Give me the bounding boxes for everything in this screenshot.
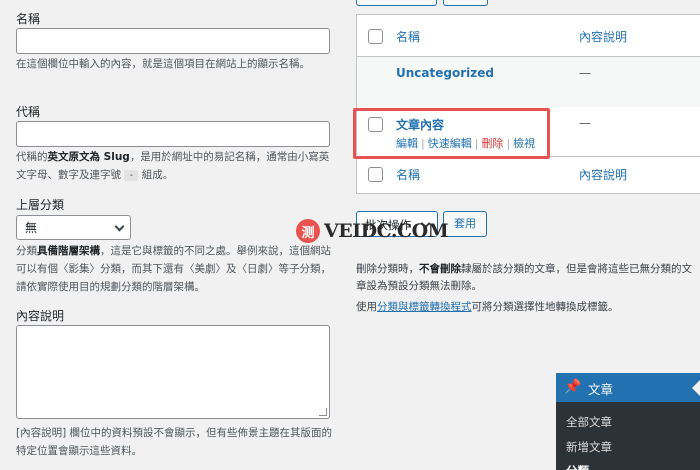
- hyphen-code: -: [124, 170, 139, 181]
- quick-edit-link[interactable]: 快速編輯: [428, 137, 472, 150]
- menu-item-add-post[interactable]: 新增文章: [566, 439, 612, 455]
- category-description: —: [579, 66, 591, 80]
- watermark-logo: 测 VEIDC.COM: [296, 219, 449, 243]
- parent-desc-bold: 具備階層架構: [37, 245, 100, 257]
- parent-label: 上層分類: [16, 198, 65, 212]
- slug-input[interactable]: [16, 121, 330, 147]
- watermark-seal: 测: [296, 219, 320, 243]
- top-bulk-select-edge[interactable]: [356, 0, 437, 6]
- description-textarea[interactable]: [16, 325, 330, 419]
- view-link[interactable]: 檢視: [513, 137, 535, 150]
- apply-button[interactable]: 套用: [443, 211, 487, 237]
- select-all-checkbox-footer[interactable]: [368, 167, 383, 182]
- table-footer: 名稱 內容說明: [357, 157, 700, 195]
- description-label: 內容說明: [16, 309, 65, 323]
- pushpin-icon: 📌: [564, 379, 582, 395]
- column-name[interactable]: 名稱: [396, 28, 420, 45]
- column-description-footer[interactable]: 內容說明: [579, 166, 627, 183]
- posts-menu: 📌 文章 全部文章 新增文章 分類: [556, 373, 700, 470]
- menu-item-all-posts[interactable]: 全部文章: [566, 414, 612, 430]
- chevron-down-icon: [114, 221, 125, 232]
- parent-select-value: 無: [25, 221, 38, 235]
- top-apply-button-edge[interactable]: [443, 0, 488, 6]
- category-name-link[interactable]: Uncategorized: [396, 66, 494, 80]
- description-help: [內容說明] 欄位中的資料預設不會顯示，但有些佈景主題在其版面的特定位置會顯示這…: [16, 427, 333, 457]
- watermark-text: VEIDC.COM: [324, 220, 449, 242]
- parent-description: 分類具備階層架構，這是它與標籤的不同之處。舉例來說，這個網站可以有個〈影集〉分類…: [16, 245, 331, 293]
- posts-menu-header[interactable]: 📌 文章: [556, 373, 700, 402]
- slug-desc-bold: 英文原文為 Slug: [47, 151, 130, 163]
- category-table: 名稱 內容說明 Uncategorized — 文章內容 — 名稱 內容說明: [356, 14, 700, 194]
- name-label: 名稱: [16, 12, 41, 26]
- slug-description: 代稱的英文原文為 Slug，是用於網址中的易記名稱，通常由小寫英文字母、數字及連…: [16, 151, 330, 181]
- column-description[interactable]: 內容說明: [579, 28, 627, 45]
- column-name-footer[interactable]: 名稱: [396, 166, 420, 183]
- menu-notch: [692, 380, 700, 396]
- category-description: —: [579, 116, 591, 130]
- select-all-checkbox[interactable]: [368, 29, 383, 44]
- converter-link[interactable]: 分類與標籤轉換程式: [377, 301, 472, 313]
- slug-label: 代稱: [16, 105, 41, 119]
- table-header: 名稱 內容說明: [357, 15, 700, 57]
- delete-link[interactable]: 刪除: [481, 137, 503, 150]
- resize-grip-icon[interactable]: [319, 408, 327, 416]
- convert-note: 使用分類與標籤轉換程式可將分類選擇性地轉換成標籤。: [356, 301, 619, 313]
- table-row: Uncategorized —: [357, 57, 700, 107]
- edit-link[interactable]: 編輯: [396, 137, 418, 150]
- name-input[interactable]: [16, 28, 330, 54]
- parent-select[interactable]: 無: [16, 215, 131, 240]
- menu-item-categories[interactable]: 分類: [566, 463, 589, 470]
- highlight-box: [353, 108, 550, 159]
- delete-note: 刪除分類時，不會刪除隸屬於該分類的文章，但是會將這些已無分類的文章設為預設分類無…: [356, 263, 692, 292]
- posts-menu-title: 文章: [588, 382, 614, 397]
- name-description: 在這個欄位中輸入的內容，就是這個項目在網站上的顯示名稱。: [16, 58, 310, 70]
- row-actions: 編輯 | 快速編輯 | 刪除 | 檢視: [396, 137, 536, 150]
